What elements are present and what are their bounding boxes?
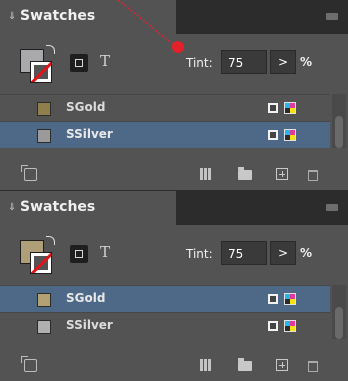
swap-fill-stroke-icon[interactable] [46, 236, 55, 245]
scrollbar-thumb[interactable] [335, 307, 343, 339]
collapse-chevron-icon[interactable]: ⇓ [8, 12, 18, 22]
swatch-name: SSilver [66, 318, 113, 332]
new-swatch-icon[interactable] [276, 168, 288, 180]
tint-label: Tint: [186, 247, 213, 261]
swatches-tab[interactable]: ⇓ Swatches [0, 0, 176, 36]
fill-stroke-proxy[interactable] [20, 45, 55, 83]
tint-input[interactable]: 75 [221, 50, 267, 74]
swatch-row-ssilver[interactable]: SSilver [0, 312, 330, 339]
stroke-none-box[interactable] [30, 61, 52, 83]
cmyk-mode-icon [284, 320, 296, 332]
swatch-row-ssilver[interactable]: SSilver [0, 121, 330, 148]
spot-color-type-icon [268, 130, 278, 140]
tint-slider-toggle[interactable]: > [270, 241, 296, 265]
swatch-list-scrollbar[interactable] [332, 285, 346, 339]
panel-menu-icon[interactable] [326, 204, 338, 211]
panel-tab-bar: ⇓ Swatches [0, 0, 348, 36]
spot-color-type-icon [268, 103, 278, 113]
show-all-swatches-icon[interactable] [21, 356, 37, 372]
cmyk-mode-icon [284, 102, 296, 114]
new-color-group-icon[interactable] [238, 167, 252, 180]
fill-stroke-proxy[interactable] [20, 236, 55, 274]
swatch-name: SSilver [66, 127, 113, 141]
swatch-list-scrollbar[interactable] [332, 94, 346, 148]
swatch-color-chip [37, 320, 51, 334]
trash-icon[interactable] [308, 170, 318, 181]
panel-title: Swatches [20, 8, 96, 24]
tint-label: Tint: [186, 56, 213, 70]
swatches-panel-bottom: ⇓ Swatches T Tint: 75 > % SGold SSilver [0, 190, 348, 380]
tint-percent-unit: % [300, 55, 313, 69]
swatch-name: SGold [66, 100, 106, 114]
swatch-color-chip [37, 102, 51, 116]
swatch-row-sgold[interactable]: SGold [0, 285, 330, 312]
scrollbar-thumb[interactable] [335, 116, 343, 148]
tint-slider-toggle[interactable]: > [270, 50, 296, 74]
formatting-container-button[interactable] [70, 54, 88, 72]
swatch-color-chip [37, 129, 51, 143]
stroke-none-box[interactable] [30, 252, 52, 274]
swatches-tab[interactable]: ⇓ Swatches [0, 191, 176, 227]
panel-title: Swatches [20, 199, 96, 215]
cmyk-mode-icon [284, 293, 296, 305]
tint-percent-unit: % [300, 246, 313, 260]
swatch-color-chip [37, 293, 51, 307]
panel-footer [0, 160, 348, 190]
swatch-view-icon[interactable] [200, 359, 212, 371]
panel-menu-icon[interactable] [326, 13, 338, 20]
swatch-controls: T Tint: 75 > % [0, 227, 348, 285]
collapse-chevron-icon[interactable]: ⇓ [8, 203, 18, 213]
swatch-view-icon[interactable] [200, 168, 212, 180]
spot-color-type-icon [268, 294, 278, 304]
panel-tab-bar: ⇓ Swatches [0, 191, 348, 227]
formatting-text-button[interactable]: T [100, 52, 110, 70]
tint-input[interactable]: 75 [221, 241, 267, 265]
swatch-row-sgold[interactable]: SGold [0, 94, 330, 121]
swatches-panel-top: ⇓ Swatches T Tint: 75 > % SGold SSilver [0, 0, 348, 190]
annotation-dot [172, 41, 184, 53]
formatting-container-button[interactable] [70, 245, 88, 263]
panel-footer [0, 351, 348, 381]
new-swatch-icon[interactable] [276, 359, 288, 371]
spot-color-type-icon [268, 321, 278, 331]
show-all-swatches-icon[interactable] [21, 165, 37, 181]
formatting-text-button[interactable]: T [100, 243, 110, 261]
cmyk-mode-icon [284, 129, 296, 141]
swap-fill-stroke-icon[interactable] [46, 45, 55, 54]
trash-icon[interactable] [308, 361, 318, 372]
swatch-name: SGold [66, 291, 106, 305]
new-color-group-icon[interactable] [238, 358, 252, 371]
